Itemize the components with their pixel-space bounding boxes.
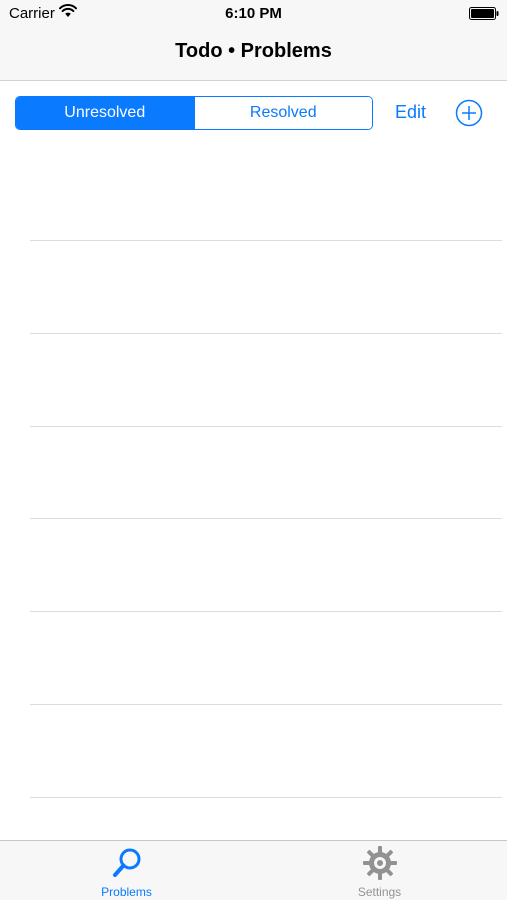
status-time: 6:10 PM [225,5,282,22]
table-row-separator [30,611,502,612]
table-row-separator [30,704,502,705]
top-bar: Carrier 6:10 PM Todo • Problems [0,0,507,81]
table-row-separator [30,797,502,798]
page-title: Todo • Problems [175,40,332,62]
edit-button[interactable]: Edit [395,102,426,123]
table-row-separator [30,240,502,241]
gear-icon [362,846,397,880]
battery-icon [469,7,499,20]
tab-settings[interactable]: Settings [253,841,506,900]
search-icon [112,848,140,877]
table-row-separator [30,333,502,334]
app-screen: Carrier 6:10 PM Todo • Problems Unresolv… [0,0,507,900]
tab-problems[interactable]: Problems [0,841,253,900]
segmented-control: Unresolved Resolved [15,96,373,130]
segment-unresolved[interactable]: Unresolved [16,97,194,129]
table-row-separator [30,518,502,519]
status-bar: Carrier 6:10 PM [0,0,507,28]
table-row-separator [30,426,502,427]
tab-bar: Problems Settings [0,840,507,900]
plus-circle-icon[interactable] [455,99,483,127]
segment-resolved[interactable]: Resolved [193,97,372,129]
tab-label: Problems [101,885,152,899]
tab-label: Settings [357,885,402,899]
